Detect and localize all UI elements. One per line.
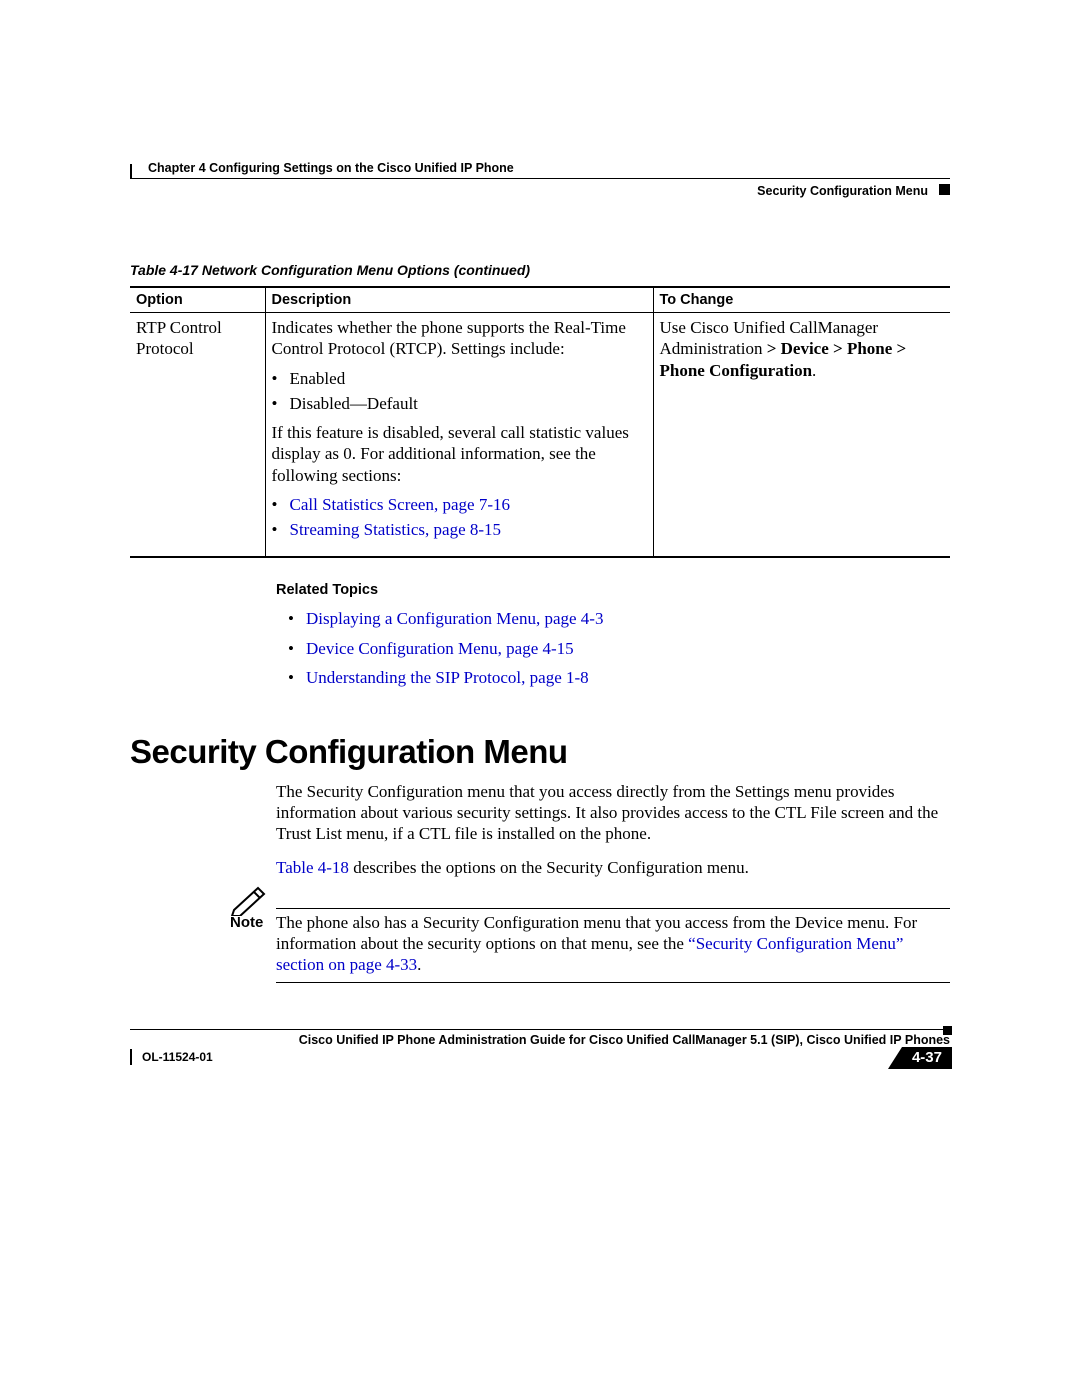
footer-doc-id: OL-11524-01 (142, 1050, 213, 1064)
footer-row-2: OL-11524-01 4-37 (130, 1049, 952, 1073)
bullet-item: Enabled (290, 366, 647, 391)
related-heading: Related Topics (276, 582, 950, 598)
footer-marker (943, 1026, 952, 1035)
section-para-1: The Security Configuration menu that you… (276, 781, 950, 845)
pencil-icon (230, 884, 270, 916)
bullet-item: Call Statistics Screen, page 7-16 (290, 492, 647, 517)
related-list: Displaying a Configuration Menu, page 4-… (306, 604, 950, 693)
section-heading: Security Configuration Menu (130, 733, 950, 771)
note-rule-top (276, 908, 950, 909)
table-caption: Table 4-17 Network Configuration Menu Op… (130, 262, 950, 278)
table-row: RTP Control Protocol Indicates whether t… (130, 313, 950, 558)
desc-para-1: Indicates whether the phone supports the… (272, 317, 647, 360)
link-streaming-stats[interactable]: Streaming Statistics, page 8-15 (290, 520, 502, 539)
footer-title: Cisco Unified IP Phone Administration Gu… (130, 1033, 952, 1047)
cell-option: RTP Control Protocol (130, 313, 265, 558)
page-footer: Cisco Unified IP Phone Administration Gu… (130, 1029, 952, 1073)
note-rule-bottom (276, 982, 950, 983)
list-item: Device Configuration Menu, page 4-15 (306, 634, 950, 664)
section-para-2: Table 4-18 describes the options on the … (276, 857, 950, 878)
link-device-config-menu[interactable]: Device Configuration Menu, page 4-15 (306, 639, 574, 658)
footer-page-cut (888, 1047, 902, 1069)
list-item: Displaying a Configuration Menu, page 4-… (306, 604, 950, 634)
link-display-config-menu[interactable]: Displaying a Configuration Menu, page 4-… (306, 609, 603, 628)
desc-para-2: If this feature is disabled, several cal… (272, 422, 647, 486)
table-header-row: Option Description To Change (130, 287, 950, 313)
link-table-4-18[interactable]: Table 4-18 (276, 858, 349, 877)
desc-bullets-1: Enabled Disabled—Default (290, 366, 647, 417)
options-table: Option Description To Change RTP Control… (130, 286, 950, 558)
link-call-stats[interactable]: Call Statistics Screen, page 7-16 (290, 495, 510, 514)
th-option: Option (130, 287, 265, 313)
bullet-item: Streaming Statistics, page 8-15 (290, 517, 647, 542)
header-rule (130, 164, 132, 178)
th-to-change: To Change (653, 287, 950, 313)
section-para-2-text: describes the options on the Security Co… (349, 858, 749, 877)
header-marker (939, 184, 950, 195)
desc-link-list: Call Statistics Screen, page 7-16 Stream… (290, 492, 647, 543)
page-header: Chapter 4 Configuring Settings on the Ci… (130, 158, 950, 208)
footer-page-number: 4-37 (902, 1047, 952, 1069)
footer-line (130, 1029, 950, 1030)
link-sip-protocol[interactable]: Understanding the SIP Protocol, page 1-8 (306, 668, 589, 687)
bullet-item: Disabled—Default (290, 391, 647, 416)
note-label: Note (230, 914, 263, 931)
note-block: Note The phone also has a Security Confi… (230, 890, 950, 983)
header-section: Security Configuration Menu (757, 184, 928, 198)
footer-vbar (130, 1049, 132, 1065)
header-line (130, 178, 950, 179)
note-text-b: . (417, 955, 421, 974)
header-chapter: Chapter 4 Configuring Settings on the Ci… (148, 161, 514, 175)
related-topics: Related Topics Displaying a Configuratio… (276, 582, 950, 693)
section-body: The Security Configuration menu that you… (276, 781, 950, 878)
chg-text-post: . (812, 361, 816, 380)
list-item: Understanding the SIP Protocol, page 1-8 (306, 663, 950, 693)
cell-to-change: Use Cisco Unified CallManager Administra… (653, 313, 950, 558)
cell-description: Indicates whether the phone supports the… (265, 313, 653, 558)
page-content: Chapter 4 Configuring Settings on the Ci… (130, 158, 950, 983)
note-text: The phone also has a Security Configurat… (276, 890, 950, 976)
th-description: Description (265, 287, 653, 313)
